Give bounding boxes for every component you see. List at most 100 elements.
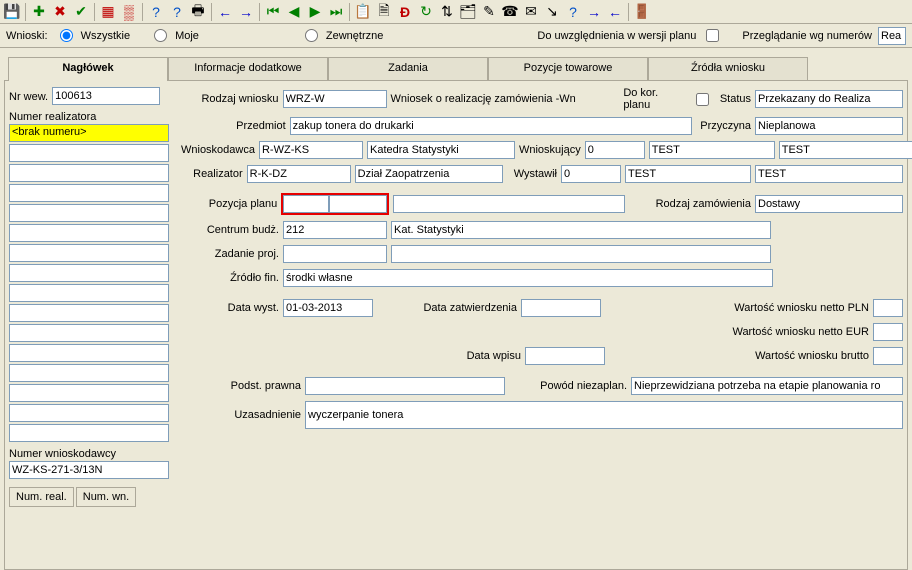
realizator-item-empty[interactable] (9, 184, 169, 202)
uwzg-checkbox[interactable] (706, 29, 719, 42)
d-icon[interactable]: Đ (395, 2, 415, 22)
tab-zrodla[interactable]: Źródła wniosku (648, 57, 808, 81)
grid1-icon[interactable]: ▦ (98, 2, 118, 22)
delete-icon[interactable]: ✖ (50, 2, 70, 22)
wystawil-test1[interactable] (625, 165, 751, 183)
realizator-item-empty[interactable] (9, 264, 169, 282)
nrwew-input[interactable] (52, 87, 160, 105)
realizator-code[interactable] (247, 165, 351, 183)
przedmiot-input[interactable] (290, 117, 693, 135)
confirm-icon[interactable]: ✔ (71, 2, 91, 22)
status-input[interactable] (755, 90, 903, 108)
tree-icon[interactable]: 🗂 (458, 2, 478, 22)
sort-icon[interactable]: ⇅ (437, 2, 457, 22)
realizator-item-empty[interactable] (9, 304, 169, 322)
pozycja-planu-input2[interactable] (329, 195, 387, 213)
status-label: Status (720, 93, 751, 105)
phone-icon[interactable]: ☎ (500, 2, 520, 22)
help3-icon[interactable]: ? (563, 2, 583, 22)
wnioski-label: Wnioski: (6, 30, 48, 42)
arrow-right-icon[interactable]: → (584, 2, 604, 22)
prev-icon[interactable]: ← (215, 2, 235, 22)
wnioskujacy-id[interactable] (585, 141, 645, 159)
pointer-icon[interactable]: ↘ (542, 2, 562, 22)
data-wyst-input[interactable] (283, 299, 373, 317)
do-kor-planu-checkbox[interactable] (696, 93, 709, 106)
podst-prawna-input[interactable] (305, 377, 505, 395)
fwd-icon[interactable]: ▶ (305, 2, 325, 22)
last-icon[interactable]: ⏭ (326, 2, 346, 22)
first-icon[interactable]: ⏮ (263, 2, 283, 22)
rodzaj-wniosku-code[interactable] (283, 90, 387, 108)
realizator-item-empty[interactable] (9, 384, 169, 402)
doc-icon[interactable]: 🗎 (374, 2, 394, 22)
num-wn-button[interactable]: Num. wn. (76, 487, 136, 507)
realizator-item-empty[interactable] (9, 164, 169, 182)
powod-input[interactable] (631, 377, 903, 395)
tab-naglowek[interactable]: Nagłówek (8, 57, 168, 81)
wartosc-netto-pln-input[interactable] (873, 299, 903, 317)
realizator-item-selected[interactable]: <brak numeru> (9, 124, 169, 142)
back-icon[interactable]: ◀ (284, 2, 304, 22)
arrow-left-icon[interactable]: ← (605, 2, 625, 22)
help1-icon[interactable]: ? (146, 2, 166, 22)
centrum-code[interactable] (283, 221, 387, 239)
wystawil-test2[interactable] (755, 165, 903, 183)
rodzaj-wniosku-label: Rodzaj wniosku (181, 93, 279, 105)
add-icon[interactable]: ✚ (29, 2, 49, 22)
radio-moje[interactable] (154, 29, 167, 42)
realizator-item-empty[interactable] (9, 424, 169, 442)
wnioskujacy-test2[interactable] (779, 141, 912, 159)
do-kor-planu-label: Do kor. planu (623, 87, 688, 111)
num-real-button[interactable]: Num. real. (9, 487, 74, 507)
radio-zewnetrzne[interactable] (305, 29, 318, 42)
przyczyna-input[interactable] (755, 117, 903, 135)
realizator-item-empty[interactable] (9, 144, 169, 162)
copy-icon[interactable]: 📋 (353, 2, 373, 22)
realizator-item-empty[interactable] (9, 364, 169, 382)
zadanie-proj-text[interactable] (391, 245, 771, 263)
wystawil-id[interactable] (561, 165, 621, 183)
pozycja-planu-text[interactable] (393, 195, 625, 213)
realizator-item-empty[interactable] (9, 344, 169, 362)
realizator-item-empty[interactable] (9, 204, 169, 222)
realizator-item-empty[interactable] (9, 224, 169, 242)
data-zatw-input[interactable] (521, 299, 601, 317)
help2-icon[interactable]: ? (167, 2, 187, 22)
zadanie-proj-label: Zadanie proj. (181, 248, 279, 260)
wnioskodawca-code[interactable] (259, 141, 363, 159)
rodzaj-zam-input[interactable] (755, 195, 903, 213)
refresh-icon[interactable]: ↻ (416, 2, 436, 22)
realizator-item-empty[interactable] (9, 244, 169, 262)
zrodlo-fin-input[interactable] (283, 269, 773, 287)
centrum-text[interactable] (391, 221, 771, 239)
print-icon[interactable]: 🖶 (188, 2, 208, 22)
wartosc-brutto-input[interactable] (873, 347, 903, 365)
grid2-icon[interactable]: ▒ (119, 2, 139, 22)
mail-icon[interactable]: ✉ (521, 2, 541, 22)
save-icon[interactable]: 💾 (2, 2, 22, 22)
realizator-item-empty[interactable] (9, 284, 169, 302)
przegladanie-label: Przeglądanie wg numerów (742, 30, 872, 42)
tab-zadania[interactable]: Zadania (328, 57, 488, 81)
uzasadnienie-input[interactable] (305, 401, 903, 429)
wnioskujacy-test1[interactable] (649, 141, 775, 159)
radio-wszystkie[interactable] (60, 29, 73, 42)
zadanie-proj-code[interactable] (283, 245, 387, 263)
wartosc-netto-eur-input[interactable] (873, 323, 903, 341)
realizator-item-empty[interactable] (9, 324, 169, 342)
realizator-text[interactable] (355, 165, 503, 183)
data-wpisu-input[interactable] (525, 347, 605, 365)
przyczyna-label: Przyczyna (700, 120, 751, 132)
przegladanie-input[interactable] (878, 27, 906, 45)
next-icon[interactable]: → (236, 2, 256, 22)
exit-icon[interactable]: 🚪 (632, 2, 652, 22)
tab-info[interactable]: Informacje dodatkowe (168, 57, 328, 81)
edit-icon[interactable]: ✎ (479, 2, 499, 22)
wnioskodawca-text[interactable] (367, 141, 515, 159)
tab-pozycje[interactable]: Pozycje towarowe (488, 57, 648, 81)
pozycja-planu-input1[interactable] (283, 195, 329, 213)
wnioskodawcy-input[interactable] (9, 461, 169, 479)
realizator-item-empty[interactable] (9, 404, 169, 422)
uzasadnienie-label: Uzasadnienie (181, 409, 301, 421)
